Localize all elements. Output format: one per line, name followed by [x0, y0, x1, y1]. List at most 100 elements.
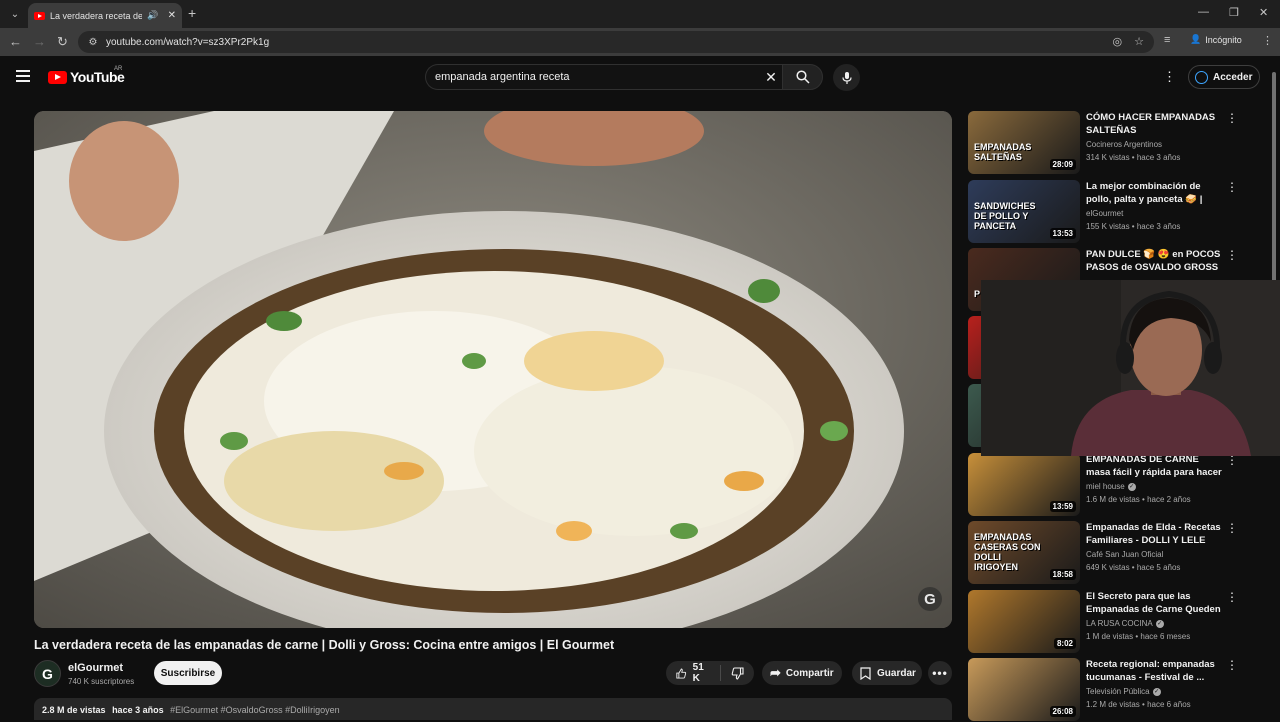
url-text[interactable]: youtube.com/watch?v=sz3XPr2Pk1g: [106, 37, 269, 48]
like-button[interactable]: 51 K: [666, 662, 721, 684]
meta-separator: •: [1139, 495, 1148, 504]
duration-badge: 18:58: [1049, 569, 1076, 580]
video-thumbnail[interactable]: 26:08: [968, 658, 1080, 721]
recommendation-title[interactable]: La mejor combinación de pollo, palta y p…: [1086, 180, 1222, 207]
recommendation-channel[interactable]: Cocineros Argentinos: [1086, 140, 1162, 149]
country-code: AR: [114, 66, 123, 72]
recommendation-title[interactable]: Empanadas de Elda - Recetas Familiares -…: [1086, 521, 1222, 547]
thumbs-up-icon: [676, 667, 687, 678]
subscribe-button[interactable]: Suscribirse: [154, 661, 222, 685]
recommendation-age: hace 6 meses: [1140, 632, 1191, 641]
recommendation-channel[interactable]: Televisión Pública ✓: [1086, 687, 1161, 696]
recommendation-channel[interactable]: LA RUSA COCINA ✓: [1086, 619, 1164, 628]
media-control-icon[interactable]: ≡: [1164, 34, 1170, 46]
video-thumbnail[interactable]: EMPANADAS CASERAS CON DOLLI IRIGOYEN 18:5…: [968, 521, 1080, 584]
forward-arrow-icon[interactable]: →: [33, 34, 46, 49]
settings-kebab-icon[interactable]: ⋮: [1163, 69, 1176, 85]
save-button[interactable]: Guardar: [852, 661, 922, 685]
recommendation-title[interactable]: PAN DULCE 🍞 😍 en POCOS PASOS de OSVALDO …: [1086, 248, 1222, 275]
incognito-indicator[interactable]: 👤 Incógnito: [1190, 34, 1242, 45]
browser-menu-icon[interactable]: ⋮: [1262, 34, 1273, 47]
close-window-icon[interactable]: ✕: [1259, 6, 1268, 19]
recommendation-age: hace 3 años: [1136, 222, 1181, 231]
more-actions-button[interactable]: •••: [928, 661, 952, 685]
browser-tab[interactable]: La verdadera receta de las empanadas 🔊 ✕: [28, 3, 182, 28]
site-info-icon[interactable]: ⚙: [86, 35, 100, 49]
video-player[interactable]: G: [34, 111, 952, 628]
hamburger-menu-icon[interactable]: [16, 70, 30, 82]
recommendation-channel[interactable]: Café San Juan Oficial: [1086, 550, 1163, 559]
recommendation-age: hace 3 años: [1136, 153, 1181, 162]
scrollbar-thumb[interactable]: [1272, 72, 1276, 284]
recommendation-title[interactable]: CÓMO HACER EMPANADAS SALTEÑAS: [1086, 111, 1222, 137]
video-thumbnail[interactable]: 8:02: [968, 590, 1080, 653]
browser-tab-bar: ⌄ La verdadera receta de las empanadas 🔊…: [0, 0, 1280, 28]
recommendation-menu-icon[interactable]: ⋮: [1226, 248, 1238, 262]
channel-watermark[interactable]: G: [918, 587, 942, 611]
recommendation-meta: 649 K vistas • hace 5 años: [1086, 563, 1180, 572]
dislike-button[interactable]: [721, 666, 754, 680]
reload-icon[interactable]: ↻: [57, 34, 68, 50]
meta-separator: •: [1129, 153, 1137, 162]
recommendation-channel[interactable]: miel house ✓: [1086, 482, 1136, 491]
sign-in-label: Acceder: [1213, 71, 1253, 83]
recommendation-menu-icon[interactable]: ⋮: [1226, 180, 1238, 194]
recommendation-menu-icon[interactable]: ⋮: [1226, 590, 1238, 604]
address-bar[interactable]: ⚙ youtube.com/watch?v=sz3XPr2Pk1g ◎ ☆: [78, 31, 1154, 53]
like-dislike-group: 51 K: [666, 661, 754, 685]
share-arrow-icon: ➦: [770, 665, 781, 680]
restore-icon[interactable]: ❐: [1229, 6, 1239, 19]
video-thumbnail[interactable]: SANDWICHES DE POLLO Y PANCETA 13:53: [968, 180, 1080, 243]
duration-badge: 13:53: [1049, 228, 1076, 239]
recommendation-item[interactable]: 8:02 El Secreto para que las Empanadas de…: [968, 590, 1268, 654]
recommendation-item[interactable]: EMPANADAS SALTEÑAS 28:09 CÓMO HACER EMPANA…: [968, 111, 1268, 175]
meta-separator: •: [1129, 563, 1137, 572]
share-button[interactable]: ➦ Compartir: [762, 661, 842, 685]
recommendation-views: 1.2 M de vistas: [1086, 700, 1140, 709]
clear-search-icon[interactable]: ✕: [760, 64, 782, 90]
verified-check-icon: ✓: [1127, 482, 1136, 491]
bookmark-star-icon[interactable]: ☆: [1134, 35, 1144, 48]
recommendation-channel[interactable]: elGourmet: [1086, 209, 1123, 218]
recommendation-menu-icon[interactable]: ⋮: [1226, 658, 1238, 672]
recommendation-age: hace 2 años: [1147, 495, 1191, 504]
tab-search-button[interactable]: ⌄: [6, 5, 24, 23]
recommendation-title[interactable]: Receta regional: empanadas tucumanas - F…: [1086, 658, 1222, 684]
recommendation-item[interactable]: 13:59 EMPANADAS DE CARNE masa fácil y ráp…: [968, 453, 1268, 517]
recommendation-meta: 155 K vistas • hace 3 años: [1086, 222, 1180, 231]
back-arrow-icon[interactable]: ←: [9, 34, 22, 49]
recommendation-views: 1 M de vistas: [1086, 632, 1134, 641]
speaker-icon[interactable]: 🔊: [147, 10, 158, 21]
search-button[interactable]: [782, 64, 823, 90]
minimize-icon[interactable]: —: [1198, 6, 1209, 18]
recommendation-menu-icon[interactable]: ⋮: [1226, 521, 1238, 535]
video-thumbnail[interactable]: EMPANADAS SALTEÑAS 28:09: [968, 111, 1080, 174]
new-tab-button[interactable]: +: [188, 5, 196, 21]
search-input[interactable]: [435, 71, 735, 83]
youtube-play-icon: [48, 70, 67, 84]
channel-name[interactable]: elGourmet: [68, 662, 123, 674]
recommendation-item[interactable]: EMPANADAS CASERAS CON DOLLI IRIGOYEN 18:5…: [968, 521, 1268, 585]
verified-check-icon: ✓: [1155, 619, 1164, 628]
channel-avatar[interactable]: G: [34, 660, 61, 687]
recommendation-title[interactable]: EMPANADAS DE CARNE masa fácil y rápida p…: [1086, 453, 1222, 480]
recommendation-channel-name: Televisión Pública: [1086, 687, 1150, 696]
recommendation-item[interactable]: 26:08 Receta regional: empanadas tucumana…: [968, 658, 1268, 722]
recommendation-meta: 1.6 M de vistas • hace 2 años: [1086, 495, 1191, 504]
hashtags[interactable]: #ElGourmet #OsvaldoGross #DolliIrigoyen: [170, 705, 340, 715]
eye-off-icon[interactable]: ◎: [1113, 35, 1123, 48]
recommendation-views: 1.6 M de vistas: [1086, 495, 1140, 504]
youtube-header: YouTube AR ✕ ⋮ Acceder: [0, 56, 1280, 100]
recommendation-channel-name: LA RUSA COCINA: [1086, 619, 1153, 628]
description-box[interactable]: 2.8 M de vistas hace 3 años #ElGourmet #…: [34, 698, 952, 720]
recommendation-item[interactable]: SANDWICHES DE POLLO Y PANCETA 13:53 La mej…: [968, 180, 1268, 244]
recommendation-menu-icon[interactable]: ⋮: [1226, 111, 1238, 125]
thumbnail-text: SANDWICHES DE POLLO Y PANCETA: [974, 201, 1036, 231]
search-field[interactable]: [425, 64, 760, 90]
youtube-logo[interactable]: YouTube AR: [48, 66, 125, 85]
voice-search-button[interactable]: [833, 64, 860, 91]
recommendation-title[interactable]: El Secreto para que las Empanadas de Car…: [1086, 590, 1222, 617]
sign-in-button[interactable]: Acceder: [1188, 65, 1260, 89]
video-thumbnail[interactable]: 13:59: [968, 453, 1080, 516]
close-tab-icon[interactable]: ✕: [168, 10, 176, 21]
